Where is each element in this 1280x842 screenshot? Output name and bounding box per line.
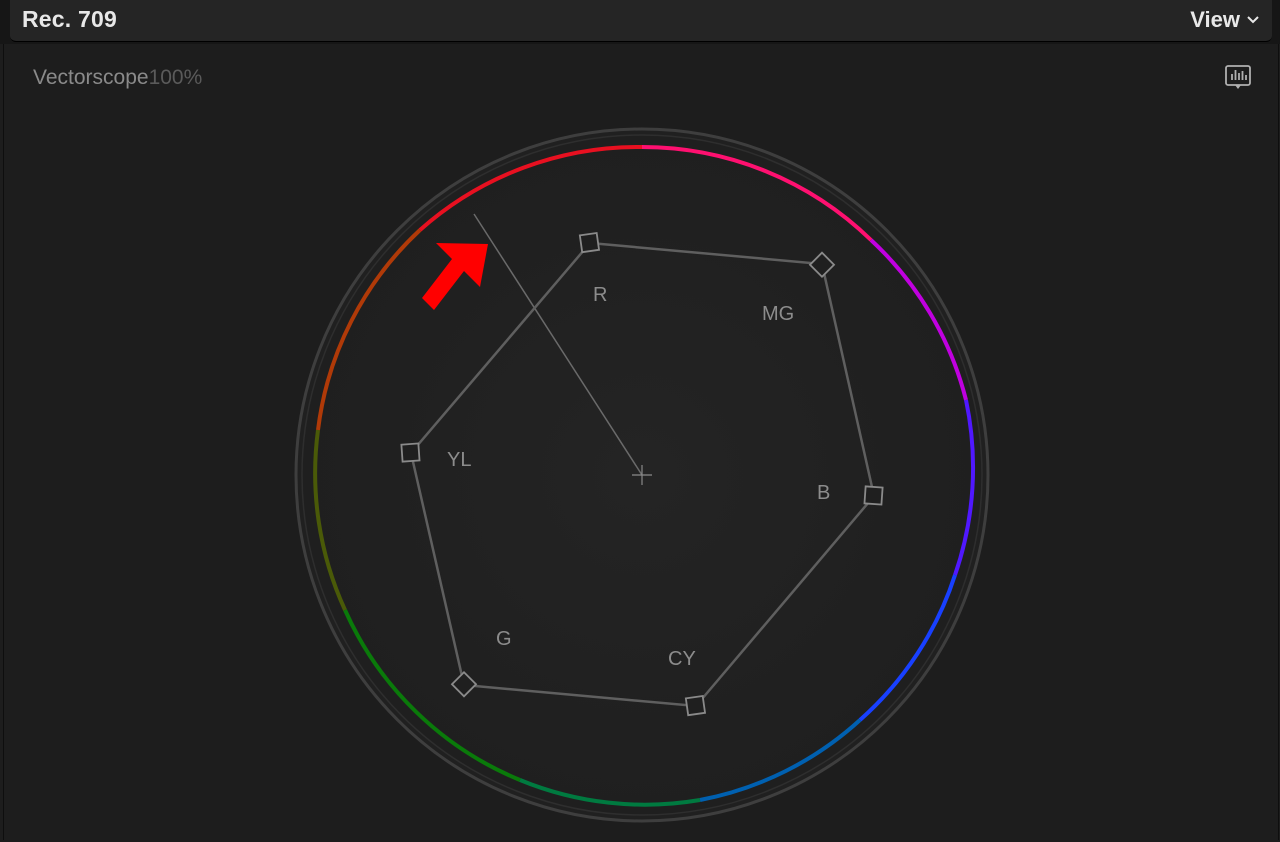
- target-label-g: G: [496, 628, 512, 650]
- target-label-r: R: [593, 284, 607, 306]
- vectorscope-graticule: R MG B CY G YL: [294, 127, 990, 823]
- target-box-b: [863, 485, 884, 506]
- target-box-cy: [684, 694, 707, 717]
- target-box-yl: [400, 442, 421, 463]
- target-label-yl: YL: [447, 449, 471, 471]
- target-label-mg: MG: [762, 303, 794, 325]
- target-label-b: B: [817, 482, 830, 504]
- target-label-cy: CY: [668, 648, 696, 670]
- target-box-r: [578, 231, 601, 254]
